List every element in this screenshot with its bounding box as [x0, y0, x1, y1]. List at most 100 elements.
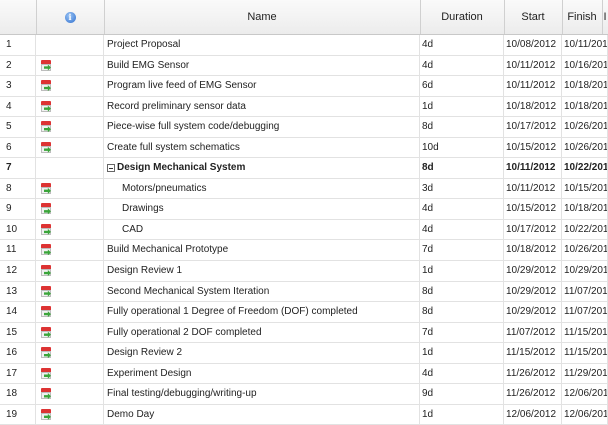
- task-duration[interactable]: 6d: [420, 76, 504, 96]
- task-finish[interactable]: 11/15/2012: [562, 322, 608, 343]
- task-duration[interactable]: 8d: [420, 158, 504, 178]
- row-number[interactable]: 4: [0, 96, 36, 117]
- task-start[interactable]: 11/07/2012: [504, 322, 562, 343]
- task-duration[interactable]: 4d: [420, 35, 504, 55]
- row-number[interactable]: 8: [0, 178, 36, 199]
- table-row[interactable]: 1 Project Proposal4d10/08/201210/11/2012: [0, 35, 608, 56]
- task-name[interactable]: Drawings: [104, 199, 420, 219]
- task-start[interactable]: 11/15/2012: [504, 343, 562, 363]
- task-name[interactable]: Create full system schematics: [104, 137, 420, 158]
- task-finish[interactable]: 10/22/2012: [562, 158, 608, 178]
- header-finish[interactable]: Finish: [562, 0, 603, 34]
- task-name[interactable]: Design Review 1: [104, 261, 420, 281]
- task-duration[interactable]: 7d: [420, 322, 504, 343]
- task-duration[interactable]: 9d: [420, 384, 504, 404]
- task-duration[interactable]: 1d: [420, 404, 504, 425]
- task-name[interactable]: Piece-wise full system code/debugging: [104, 117, 420, 137]
- task-finish[interactable]: 11/29/2012: [562, 363, 608, 384]
- row-number[interactable]: 1: [0, 35, 36, 55]
- table-row[interactable]: 18 Final testing/debugging/writing-up 9d 11…: [0, 384, 608, 405]
- task-start[interactable]: 10/29/2012: [504, 302, 562, 322]
- collapse-icon[interactable]: [107, 163, 115, 172]
- task-name[interactable]: Fully operational 1 Degree of Freedom (D…: [104, 302, 420, 322]
- header-indicators[interactable]: i: [36, 0, 105, 34]
- task-duration[interactable]: 8d: [420, 302, 504, 322]
- row-number[interactable]: 2: [0, 55, 36, 76]
- task-finish[interactable]: 12/06/2012: [562, 404, 608, 425]
- table-row[interactable]: 8 Motors/pneumatics3d10/11/201210/15/2012: [0, 178, 608, 200]
- task-start[interactable]: 11/26/2012: [504, 363, 562, 384]
- task-finish[interactable]: 10/18/2012: [562, 76, 608, 96]
- task-name[interactable]: Fully operational 2 DOF completed: [104, 322, 420, 343]
- task-finish[interactable]: 10/11/2012: [562, 35, 608, 55]
- task-start[interactable]: 10/15/2012: [504, 137, 562, 158]
- task-duration[interactable]: 1d: [420, 96, 504, 117]
- table-row[interactable]: 4 Record preliminary sensor data 1d 10/18/2…: [0, 96, 608, 118]
- table-row[interactable]: 14 Fully operational 1 Degree of Freedom …: [0, 302, 608, 323]
- task-finish[interactable]: 10/29/2012: [562, 261, 608, 281]
- task-finish[interactable]: 11/15/2012: [562, 343, 608, 363]
- task-start[interactable]: 10/29/2012: [504, 261, 562, 281]
- row-number[interactable]: 11: [0, 240, 36, 261]
- task-name[interactable]: Demo Day: [104, 404, 420, 425]
- table-row[interactable]: 13 Second Mechanical System Iteration 8d 10…: [0, 281, 608, 303]
- task-name[interactable]: Experiment Design: [104, 363, 420, 384]
- task-start[interactable]: 10/17/2012: [504, 117, 562, 137]
- task-duration[interactable]: 1d: [420, 261, 504, 281]
- task-name[interactable]: Second Mechanical System Iteration: [104, 281, 420, 302]
- task-start[interactable]: 12/06/2012: [504, 404, 562, 425]
- task-finish[interactable]: 10/26/2012: [562, 137, 608, 158]
- task-name[interactable]: Build Mechanical Prototype: [104, 240, 420, 261]
- task-duration[interactable]: 8d: [420, 281, 504, 302]
- header-start[interactable]: Start: [504, 0, 563, 34]
- row-number[interactable]: 18: [0, 384, 36, 404]
- task-name[interactable]: Project Proposal: [104, 35, 420, 55]
- table-row[interactable]: 12Design Review 11d10/29/201210/29/2012: [0, 261, 608, 282]
- task-finish[interactable]: 10/26/2012: [562, 240, 608, 261]
- table-row[interactable]: 17 Experiment Design 4d 11/26/2012 11/29/201…: [0, 363, 608, 385]
- row-number[interactable]: 10: [0, 219, 36, 240]
- table-row[interactable]: 11 Build Mechanical Prototype 7d 10/18/2012…: [0, 240, 608, 262]
- task-duration[interactable]: 10d: [420, 137, 504, 158]
- task-finish[interactable]: 10/15/2012: [562, 178, 608, 199]
- row-number[interactable]: 17: [0, 363, 36, 384]
- row-number[interactable]: 16: [0, 343, 36, 363]
- row-number[interactable]: 14: [0, 302, 36, 322]
- table-row[interactable]: 3 Program live feed of EMG Sensor 6d 10/11/…: [0, 76, 608, 97]
- task-start[interactable]: 11/26/2012: [504, 384, 562, 404]
- task-finish[interactable]: 10/16/2012: [562, 55, 608, 76]
- task-duration[interactable]: 3d: [420, 178, 504, 199]
- task-duration[interactable]: 1d: [420, 343, 504, 363]
- task-name[interactable]: Design Mechanical System: [104, 158, 420, 178]
- row-number[interactable]: 7: [0, 158, 36, 178]
- task-start[interactable]: 10/18/2012: [504, 240, 562, 261]
- task-finish[interactable]: 12/06/2012: [562, 384, 608, 404]
- row-number[interactable]: 19: [0, 404, 36, 425]
- task-duration[interactable]: 4d: [420, 363, 504, 384]
- task-duration[interactable]: 4d: [420, 55, 504, 76]
- task-start[interactable]: 10/17/2012: [504, 219, 562, 240]
- task-start[interactable]: 10/11/2012: [504, 55, 562, 76]
- task-start[interactable]: 10/11/2012: [504, 178, 562, 199]
- row-number[interactable]: 12: [0, 261, 36, 281]
- row-number[interactable]: 13: [0, 281, 36, 302]
- task-finish[interactable]: 10/22/2012: [562, 219, 608, 240]
- task-name[interactable]: Program live feed of EMG Sensor: [104, 76, 420, 96]
- task-start[interactable]: 10/11/2012: [504, 76, 562, 96]
- table-row[interactable]: 5 Piece-wise full system code/debugging 8d…: [0, 117, 608, 138]
- row-number[interactable]: 3: [0, 76, 36, 96]
- table-row[interactable]: 15 Fully operational 2 DOF completed 7d 11/…: [0, 322, 608, 344]
- task-duration[interactable]: 7d: [420, 240, 504, 261]
- table-row[interactable]: 10 CAD4d10/17/201210/22/2012: [0, 219, 608, 241]
- task-finish[interactable]: 10/18/2012: [562, 96, 608, 117]
- header-duration[interactable]: Duration: [420, 0, 505, 34]
- task-start[interactable]: 10/08/2012: [504, 35, 562, 55]
- task-start[interactable]: 10/15/2012: [504, 199, 562, 219]
- task-finish[interactable]: 10/26/2012: [562, 117, 608, 137]
- task-finish[interactable]: 11/07/2012: [562, 302, 608, 322]
- row-number[interactable]: 9: [0, 199, 36, 219]
- row-number[interactable]: 6: [0, 137, 36, 158]
- task-name[interactable]: CAD: [104, 219, 420, 240]
- task-finish[interactable]: 10/18/2012: [562, 199, 608, 219]
- table-row[interactable]: 7 Design Mechanical System 8d 10/11/2012 10/…: [0, 158, 608, 179]
